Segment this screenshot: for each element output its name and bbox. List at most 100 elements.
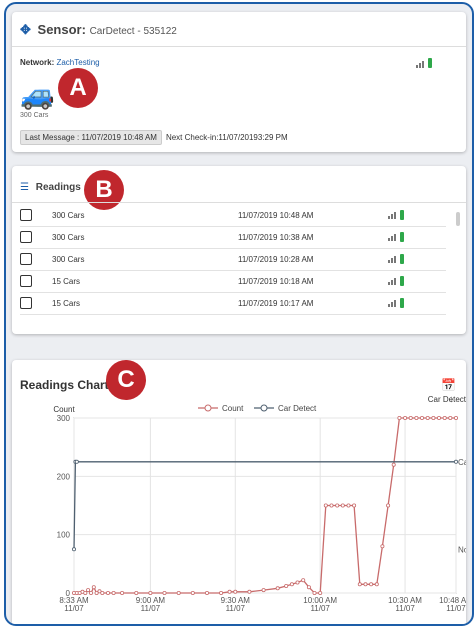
- y-tick-label: 200: [57, 472, 71, 481]
- reading-row[interactable]: 300 Cars 11/07/2019 10:48 AM: [20, 204, 446, 227]
- data-point: [453, 416, 458, 421]
- data-point: [111, 590, 116, 595]
- data-point: [86, 588, 91, 593]
- legend-count-label: Count: [222, 404, 244, 413]
- data-point: [436, 416, 441, 421]
- data-point: [190, 590, 195, 595]
- readings-chart: 01002003008:33 AM11/079:00 AM11/079:30 A…: [53, 395, 466, 613]
- sensor-name: CarDetect - 535122: [89, 26, 177, 37]
- y2-axis-label: Car Detect: [428, 395, 466, 404]
- reading-date: 11/07/2019 10:48 AM: [238, 210, 314, 220]
- signal-icon: [416, 61, 424, 68]
- data-point: [414, 416, 419, 421]
- car-icon: 🚙: [20, 79, 55, 110]
- data-point: [318, 590, 323, 595]
- data-point: [261, 588, 266, 593]
- data-point: [352, 503, 357, 508]
- data-point: [374, 582, 379, 587]
- y-axis-label: Count: [53, 405, 75, 414]
- data-point: [233, 589, 238, 594]
- data-point: [284, 583, 289, 588]
- list-icon: ☰: [20, 182, 29, 193]
- document-icon: [20, 253, 32, 265]
- data-point: [74, 459, 79, 464]
- reading-date: 11/07/2019 10:17 AM: [238, 298, 314, 308]
- data-point: [134, 590, 139, 595]
- reading-value: 300 Cars: [52, 232, 85, 242]
- data-point: [408, 416, 413, 421]
- x-tick-label: 11/07: [226, 604, 246, 613]
- reading-row[interactable]: 300 Cars 11/07/2019 10:28 AM: [20, 248, 446, 271]
- document-icon: [20, 297, 32, 309]
- data-point: [425, 416, 430, 421]
- data-point: [380, 544, 385, 549]
- sensor-card: ✥ Sensor: CarDetect - 535122 Network: Za…: [12, 12, 466, 152]
- data-point: [453, 459, 458, 464]
- data-point: [419, 416, 424, 421]
- x-tick-label: 11/07: [310, 604, 330, 613]
- battery-icon: [400, 298, 404, 308]
- data-point: [162, 590, 167, 595]
- network-label: Network: ZachTesting: [20, 58, 100, 67]
- y-tick-label: 300: [57, 414, 71, 423]
- sensor-status: [416, 58, 432, 68]
- signal-icon: [388, 277, 396, 285]
- plot-area: [73, 417, 457, 594]
- data-point: [403, 416, 408, 421]
- reading-date: 11/07/2019 10:18 AM: [238, 276, 314, 286]
- sensor-frame: ✥ Sensor: CarDetect - 535122 Network: Za…: [4, 2, 474, 626]
- readings-header: ☰ Readings: [20, 182, 81, 193]
- reading-row[interactable]: 15 Cars 11/07/2019 10:18 AM: [20, 270, 446, 293]
- signal-icon: [388, 211, 396, 219]
- reading-row[interactable]: 300 Cars 11/07/2019 10:38 AM: [20, 226, 446, 249]
- header-divider: [12, 46, 466, 47]
- pulse-icon: ✥: [20, 22, 31, 37]
- readings-divider: [12, 202, 466, 203]
- message-bar: Last Message : 11/07/2019 10:48 AM Next …: [20, 130, 288, 145]
- data-point: [369, 582, 374, 587]
- data-point: [176, 590, 181, 595]
- data-point: [363, 582, 368, 587]
- data-point: [100, 590, 105, 595]
- reading-value: 15 Cars: [52, 298, 81, 308]
- battery-icon: [400, 232, 404, 242]
- data-point: [275, 586, 280, 591]
- data-point: [120, 590, 125, 595]
- reading-date: 11/07/2019 10:28 AM: [238, 254, 314, 264]
- data-point: [306, 585, 311, 590]
- document-icon: [20, 231, 32, 243]
- signal-icon: [388, 233, 396, 241]
- data-point: [89, 590, 94, 595]
- readings-scrollbar[interactable]: [456, 212, 460, 226]
- y2-tick-label: No: [458, 545, 466, 554]
- data-point: [391, 462, 396, 467]
- signal-icon: [388, 255, 396, 263]
- data-point: [219, 590, 224, 595]
- data-point: [442, 416, 447, 421]
- last-message: Last Message : 11/07/2019 10:48 AM: [20, 130, 162, 145]
- chart-card: Readings Chart C 📅 ↓ 0 100 200 300 8:33 AM 11…: [12, 360, 466, 624]
- battery-icon: [400, 276, 404, 286]
- data-point: [148, 590, 153, 595]
- data-point: [312, 590, 317, 595]
- x-tick-label: 11/07: [141, 604, 161, 613]
- readings-title: Readings: [35, 182, 81, 193]
- reading-value: 300 Cars: [52, 254, 85, 264]
- network-link[interactable]: ZachTesting: [56, 58, 99, 67]
- callout-a: A: [58, 68, 98, 108]
- data-point: [289, 582, 294, 587]
- data-point: [329, 503, 334, 508]
- car-count: 300 Cars: [20, 112, 49, 119]
- data-point: [346, 503, 351, 508]
- data-point: [335, 503, 340, 508]
- x-tick-label: 11/07: [395, 604, 415, 613]
- legend-count-marker: [204, 404, 212, 412]
- data-point: [397, 416, 402, 421]
- data-point: [83, 590, 88, 595]
- signal-icon: [388, 299, 396, 307]
- data-point: [247, 589, 252, 594]
- legend-detect-label: Car Detect: [278, 404, 317, 413]
- data-point: [340, 503, 345, 508]
- reading-row[interactable]: 15 Cars 11/07/2019 10:17 AM: [20, 292, 446, 315]
- document-icon: [20, 275, 32, 287]
